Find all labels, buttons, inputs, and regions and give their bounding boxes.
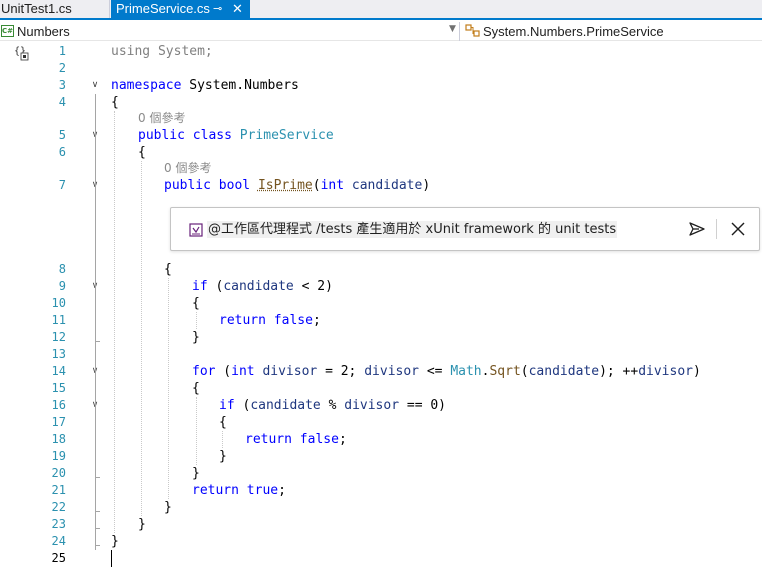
code-line: } [111, 534, 119, 549]
line-number: 7 [58, 178, 66, 192]
outline-line [95, 94, 96, 550]
line-number: 21 [51, 483, 66, 497]
project-dropdown[interactable]: C# Numbers ▼ [0, 22, 460, 41]
pin-icon[interactable]: ⊸ [213, 0, 222, 18]
code-line: { [138, 145, 146, 160]
close-tab-icon[interactable]: ✕ [232, 0, 243, 18]
type-name: System.Numbers.PrimeService [483, 24, 664, 39]
outline-tick [95, 545, 100, 546]
line-number: 8 [58, 262, 66, 276]
line-number: 22 [51, 500, 66, 514]
code-line: } [138, 517, 146, 532]
divider [716, 219, 717, 239]
code-line: if (candidate % divisor == 0) [219, 398, 447, 413]
indent-guide [114, 111, 115, 533]
code-line: { [111, 95, 119, 110]
code-line: { [219, 415, 227, 430]
indent-guide [222, 431, 223, 448]
collapse-chevron-icon[interactable]: ∨ [88, 77, 102, 94]
code-line: { [192, 381, 200, 396]
line-number: 24 [51, 534, 66, 548]
line-number: 9 [58, 279, 66, 293]
code-line: if (candidate < 2) [192, 279, 333, 294]
code-line: public bool IsPrime(int candidate) [164, 178, 431, 193]
outline-tick [95, 341, 100, 342]
type-dropdown[interactable]: System.Numbers.PrimeService [461, 22, 762, 41]
code-line: return false; [245, 432, 347, 447]
indent-guide [141, 161, 142, 516]
line-number: 18 [51, 432, 66, 446]
tab-primeservice[interactable]: PrimeService.cs ⊸ ✕ [111, 0, 250, 18]
document-tab-strip: UnitTest1.cs PrimeService.cs ⊸ ✕ [0, 0, 762, 20]
navigation-bar: C# Numbers ▼ System.Numbers.PrimeService [0, 22, 762, 41]
line-number: 17 [51, 415, 66, 429]
line-number: 4 [58, 95, 66, 109]
line-number: 23 [51, 517, 66, 531]
indent-guide [196, 312, 197, 329]
code-line: using System; [111, 44, 213, 59]
code-line: } [192, 330, 200, 345]
line-number: 2 [58, 61, 66, 75]
send-icon[interactable] [688, 220, 706, 238]
line-number-current: 25 [51, 551, 66, 565]
code-line: namespace System.Numbers [111, 78, 299, 93]
codelens-references[interactable]: 0 個參考 [164, 161, 211, 176]
outline-tick [95, 477, 100, 478]
line-number: 14 [51, 364, 66, 378]
line-number: 20 [51, 466, 66, 480]
line-number: 16 [51, 398, 66, 412]
indent-guide [196, 397, 197, 465]
code-outline-icon: {} [14, 46, 29, 61]
code-line: } [164, 500, 172, 515]
code-editor[interactable]: {} 1 2 3 4 5 6 7 8 9 10 11 12 13 14 15 1… [0, 43, 762, 578]
line-number: 19 [51, 449, 66, 463]
code-line: for (int divisor = 2; divisor <= Math.Sq… [192, 364, 701, 379]
inline-chat-prompt[interactable]: @工作區代理程式 /tests 產生適用於 xUnit framework 的 … [170, 207, 760, 251]
ai-chat-icon [189, 223, 203, 237]
line-number: 5 [58, 128, 66, 142]
project-name: Numbers [17, 24, 70, 39]
line-number: 1 [58, 44, 66, 58]
line-number: 15 [51, 381, 66, 395]
line-number: 12 [51, 330, 66, 344]
line-number: 13 [51, 347, 66, 361]
outline-tick [95, 511, 100, 512]
text-caret [111, 550, 112, 567]
prompt-input[interactable]: @工作區代理程式 /tests 產生適用於 xUnit framework 的 … [207, 221, 618, 238]
code-line: { [192, 296, 200, 311]
dropdown-arrow-icon: ▼ [449, 24, 456, 34]
outline-tick [95, 528, 100, 529]
line-number: 6 [58, 145, 66, 159]
class-icon [465, 24, 480, 37]
code-line: } [219, 449, 227, 464]
code-line: return true; [192, 483, 286, 498]
code-line: public class PrimeService [138, 128, 334, 143]
tab-label: UnitTest1.cs [1, 1, 72, 16]
line-number: 10 [51, 296, 66, 310]
line-number: 3 [58, 78, 66, 92]
code-line: { [164, 262, 172, 277]
tab-label: PrimeService.cs [116, 1, 210, 16]
code-line: } [192, 466, 200, 481]
indent-guide [168, 278, 169, 499]
csharp-project-icon: C# [1, 25, 14, 37]
code-line: return false; [219, 313, 321, 328]
tab-unittest1[interactable]: UnitTest1.cs [0, 0, 110, 18]
close-icon[interactable] [729, 220, 747, 238]
codelens-references[interactable]: 0 個參考 [138, 111, 185, 126]
line-number: 11 [51, 313, 66, 327]
